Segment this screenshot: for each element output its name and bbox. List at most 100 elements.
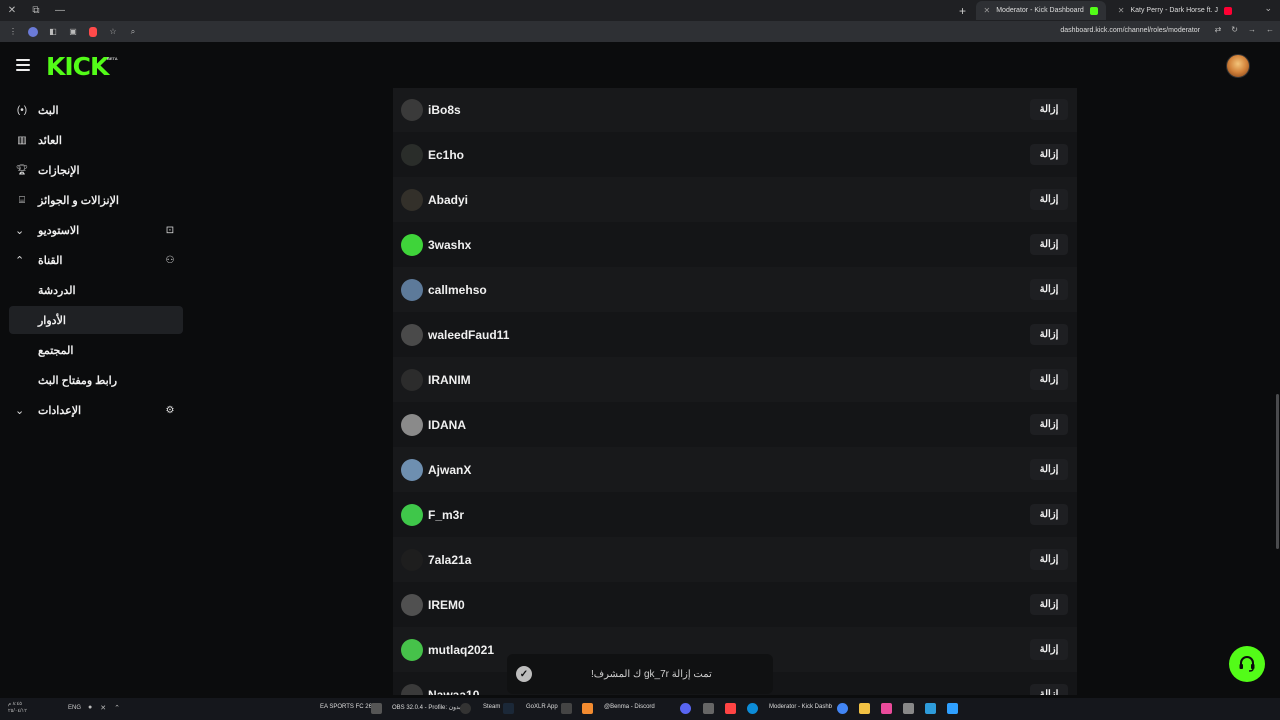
tab-search-chevron-icon[interactable]: ⌄ (1264, 3, 1272, 14)
goxlr-app-icon[interactable] (561, 703, 572, 714)
translate-icon[interactable]: ⇄ (1215, 25, 1222, 34)
close-tab-icon[interactable]: ✕ (1118, 6, 1125, 15)
extension-icon[interactable]: ▣ (66, 25, 80, 39)
volume-icon[interactable]: ✕ (100, 704, 106, 712)
remove-moderator-button[interactable]: إزالة (1030, 189, 1068, 210)
browser-titlebar: ✕ ⧉ — + ✕ Moderator - Kick Dashboard ✕ K… (0, 0, 1280, 21)
user-avatar[interactable] (1226, 54, 1250, 78)
minimize-window-icon[interactable]: — (48, 5, 72, 16)
extension-icon[interactable] (86, 25, 100, 39)
page-scrollbar[interactable] (1276, 394, 1279, 549)
remove-moderator-button[interactable]: إزالة (1030, 369, 1068, 390)
extension-icon[interactable]: ◧ (46, 25, 60, 39)
remove-moderator-button[interactable]: إزالة (1030, 549, 1068, 570)
remove-moderator-button[interactable]: إزالة (1030, 639, 1068, 660)
sidebar-item-settings[interactable]: ⌄ الإعدادات ⚙ (9, 396, 183, 424)
kick-logo[interactable]: KICK (46, 52, 109, 81)
tab-label: Moderator - Kick Dashboard (996, 7, 1084, 14)
chevron-down-icon: ⌄ (15, 404, 25, 417)
app-icon[interactable] (881, 703, 892, 714)
sidebar-item-channel[interactable]: ⌃ القناة ⚇ (9, 246, 183, 274)
chrome-app-icon[interactable] (837, 703, 848, 714)
remove-moderator-button[interactable]: إزالة (1030, 504, 1068, 525)
file-explorer-icon[interactable] (859, 703, 870, 714)
system-tray: ● ✕ ⌃ (88, 704, 120, 712)
close-tab-icon[interactable]: ✕ (984, 6, 991, 15)
hamburger-menu-icon[interactable] (16, 59, 30, 71)
moderator-row: IRANIM إزالة (393, 357, 1077, 402)
taskbar-app-chrome[interactable]: Moderator - Kick Dashb (769, 704, 832, 710)
reload-icon[interactable]: ↻ (1231, 25, 1238, 34)
close-window-icon[interactable]: ✕ (0, 5, 24, 16)
remove-moderator-button[interactable]: إزالة (1030, 144, 1068, 165)
moderator-avatar (401, 593, 423, 616)
moderator-name: IDANA (428, 417, 466, 432)
address-bar[interactable]: dashboard.kick.com/channel/roles/moderat… (1060, 27, 1200, 34)
taskbar-app-steam[interactable]: Steam (483, 704, 500, 710)
steam-app-icon[interactable] (503, 703, 514, 714)
remove-moderator-button[interactable]: إزالة (1030, 459, 1068, 480)
gear-icon: ⚙ (165, 404, 175, 416)
sidebar-item-label: رابط ومفتاح البث (38, 374, 118, 387)
sidebar-item-studio[interactable]: ⌄ الاستوديو ⊡ (9, 216, 183, 244)
back-icon[interactable]: ← (1266, 25, 1274, 34)
app-icon[interactable] (903, 703, 914, 714)
support-button[interactable] (1229, 646, 1265, 682)
moderator-name: 7ala21a (428, 552, 472, 567)
sidebar-item-revenue[interactable]: ▥ العائد (9, 126, 183, 154)
clock[interactable]: ٨:٤٥ م ٢٥/٠٤/١٢ (8, 701, 27, 715)
sidebar-item-community[interactable]: المجتمع (9, 336, 183, 364)
zoom-icon[interactable]: ⌕ (126, 25, 140, 39)
moderator-row: IDANA إزالة (393, 402, 1077, 447)
remove-moderator-button[interactable]: إزالة (1030, 414, 1068, 435)
new-tab-button[interactable]: + (954, 4, 972, 18)
language-indicator[interactable]: ENG (68, 705, 81, 711)
sidebar-item-label: المجتمع (38, 344, 74, 357)
extension-icon[interactable] (26, 25, 40, 39)
sidebar-item-label: القناة (38, 254, 63, 267)
remove-moderator-button[interactable]: إزالة (1030, 324, 1068, 345)
forward-icon[interactable]: → (1248, 25, 1256, 34)
taskbar-app-goxlr[interactable]: GoXLR App (526, 704, 558, 710)
discord-app-icon[interactable] (680, 703, 691, 714)
youtube-favicon-icon (1224, 6, 1232, 15)
clock-time: ٨:٤٥ م (8, 701, 22, 707)
bookmark-star-icon[interactable]: ☆ (106, 25, 120, 39)
windows-start-icon[interactable] (947, 703, 958, 714)
fc26-app-icon[interactable] (371, 703, 382, 714)
remove-moderator-button[interactable]: إزالة (1030, 279, 1068, 300)
remove-moderator-button[interactable]: إزالة (1030, 234, 1068, 255)
moderator-avatar (401, 458, 423, 481)
sidebar-item-stream-key[interactable]: رابط ومفتاح البث (9, 366, 183, 394)
tab-moderator-dashboard[interactable]: ✕ Moderator - Kick Dashboard (975, 1, 1106, 20)
remove-moderator-button[interactable]: إزالة (1030, 594, 1068, 615)
restore-window-icon[interactable]: ⧉ (24, 5, 48, 16)
sidebar-item-label: الإنجازات (38, 164, 80, 177)
mic-icon[interactable]: ● (88, 704, 92, 712)
sidebar-item-roles[interactable]: الأدوار (9, 306, 183, 334)
sidebar-item-chat[interactable]: الدردشة (9, 276, 183, 304)
edge-app-icon[interactable] (747, 703, 758, 714)
sidebar-item-drops[interactable]: ⌸ الإنزالات و الجوائز (9, 186, 183, 214)
moderator-row: IREM0 إزالة (393, 582, 1077, 627)
sidebar-item-achievements[interactable]: 🏆︎ الإنجازات (9, 156, 183, 184)
app-icon[interactable] (582, 703, 593, 714)
moderator-avatar (401, 503, 423, 526)
moderator-avatar (401, 143, 423, 166)
tray-overflow-icon[interactable]: ⌃ (114, 704, 120, 712)
tab-youtube[interactable]: ✕ Katy Perry - Dark Horse ft. J (1110, 1, 1240, 20)
app-icon[interactable] (925, 703, 936, 714)
taskbar-app-discord[interactable]: @Benma - Discord (604, 704, 655, 710)
taskbar-app-fc26[interactable]: EA SPORTS FC 26 (320, 704, 372, 710)
taskbar-app-obs[interactable]: OBS 32.0.4 - Profile: بدون (392, 704, 461, 711)
remove-moderator-button[interactable]: إزالة (1030, 99, 1068, 120)
sidebar-item-broadcast[interactable]: (•) البث (9, 96, 183, 124)
obs-app-icon[interactable] (460, 703, 471, 714)
beta-badge: BETA (107, 56, 118, 61)
nav-controls: ⇄ ↻ → ← (1215, 25, 1274, 34)
remove-moderator-button[interactable]: إزالة (1030, 684, 1068, 695)
chevron-down-icon: ⌄ (15, 224, 25, 237)
brave-app-icon[interactable] (725, 703, 736, 714)
app-icon[interactable] (703, 703, 714, 714)
menu-dots-icon[interactable]: ⋮ (6, 25, 20, 39)
